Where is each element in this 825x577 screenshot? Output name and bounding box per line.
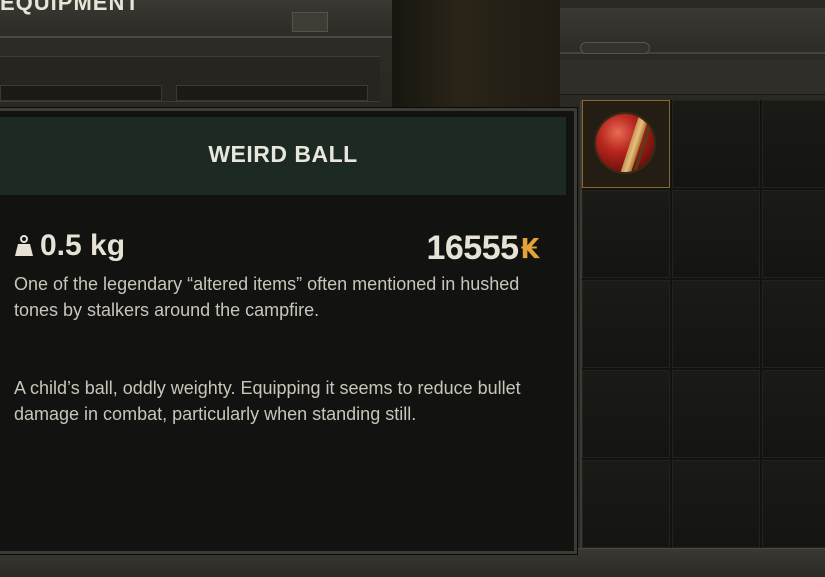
inventory-grid (580, 100, 825, 548)
inventory-slot-weird-ball[interactable] (582, 100, 670, 188)
item-effect-text: A child’s ball, oddly weighty. Equipping… (14, 378, 521, 424)
equipment-slot-strip (0, 56, 380, 102)
inventory-slot[interactable] (762, 190, 825, 278)
item-lore-text: One of the legendary “altered items” oft… (14, 274, 520, 320)
tooltip-header: WEIRD BALL (0, 117, 566, 195)
inventory-slot[interactable] (672, 100, 760, 188)
inventory-slot[interactable] (762, 460, 825, 548)
equipment-header: EQUIPMENT (0, 0, 392, 38)
item-name: WEIRD BALL (208, 141, 358, 167)
item-price: 16555 ₭ (426, 229, 540, 268)
weight-value: 0.5 kg (40, 229, 126, 262)
inventory-slot[interactable] (672, 190, 760, 278)
inventory-slot[interactable] (582, 280, 670, 368)
weight-icon (15, 235, 33, 256)
inventory-slot[interactable] (762, 370, 825, 458)
inventory-handle[interactable] (580, 42, 650, 54)
ball-icon (596, 114, 654, 172)
inventory-slot[interactable] (672, 280, 760, 368)
inventory-slot[interactable] (582, 460, 670, 548)
item-weight: 0.5 kg (14, 229, 125, 263)
price-value: 16555 (426, 229, 519, 267)
equipment-slot[interactable] (176, 85, 368, 101)
inventory-slot[interactable] (582, 190, 670, 278)
inventory-slot[interactable] (762, 100, 825, 188)
inventory-slot[interactable] (672, 460, 760, 548)
currency-icon: ₭ (520, 232, 540, 265)
equipment-title: EQUIPMENT (0, 0, 140, 15)
item-tooltip: WEIRD BALL 0.5 kg 16555 ₭ One of the leg… (0, 108, 577, 554)
equipment-slot[interactable] (0, 85, 162, 101)
inventory-toolbar (560, 60, 825, 95)
equipment-header-tab[interactable] (292, 12, 328, 32)
inventory-slot[interactable] (762, 280, 825, 368)
inventory-slot[interactable] (582, 370, 670, 458)
inventory-slot[interactable] (672, 370, 760, 458)
